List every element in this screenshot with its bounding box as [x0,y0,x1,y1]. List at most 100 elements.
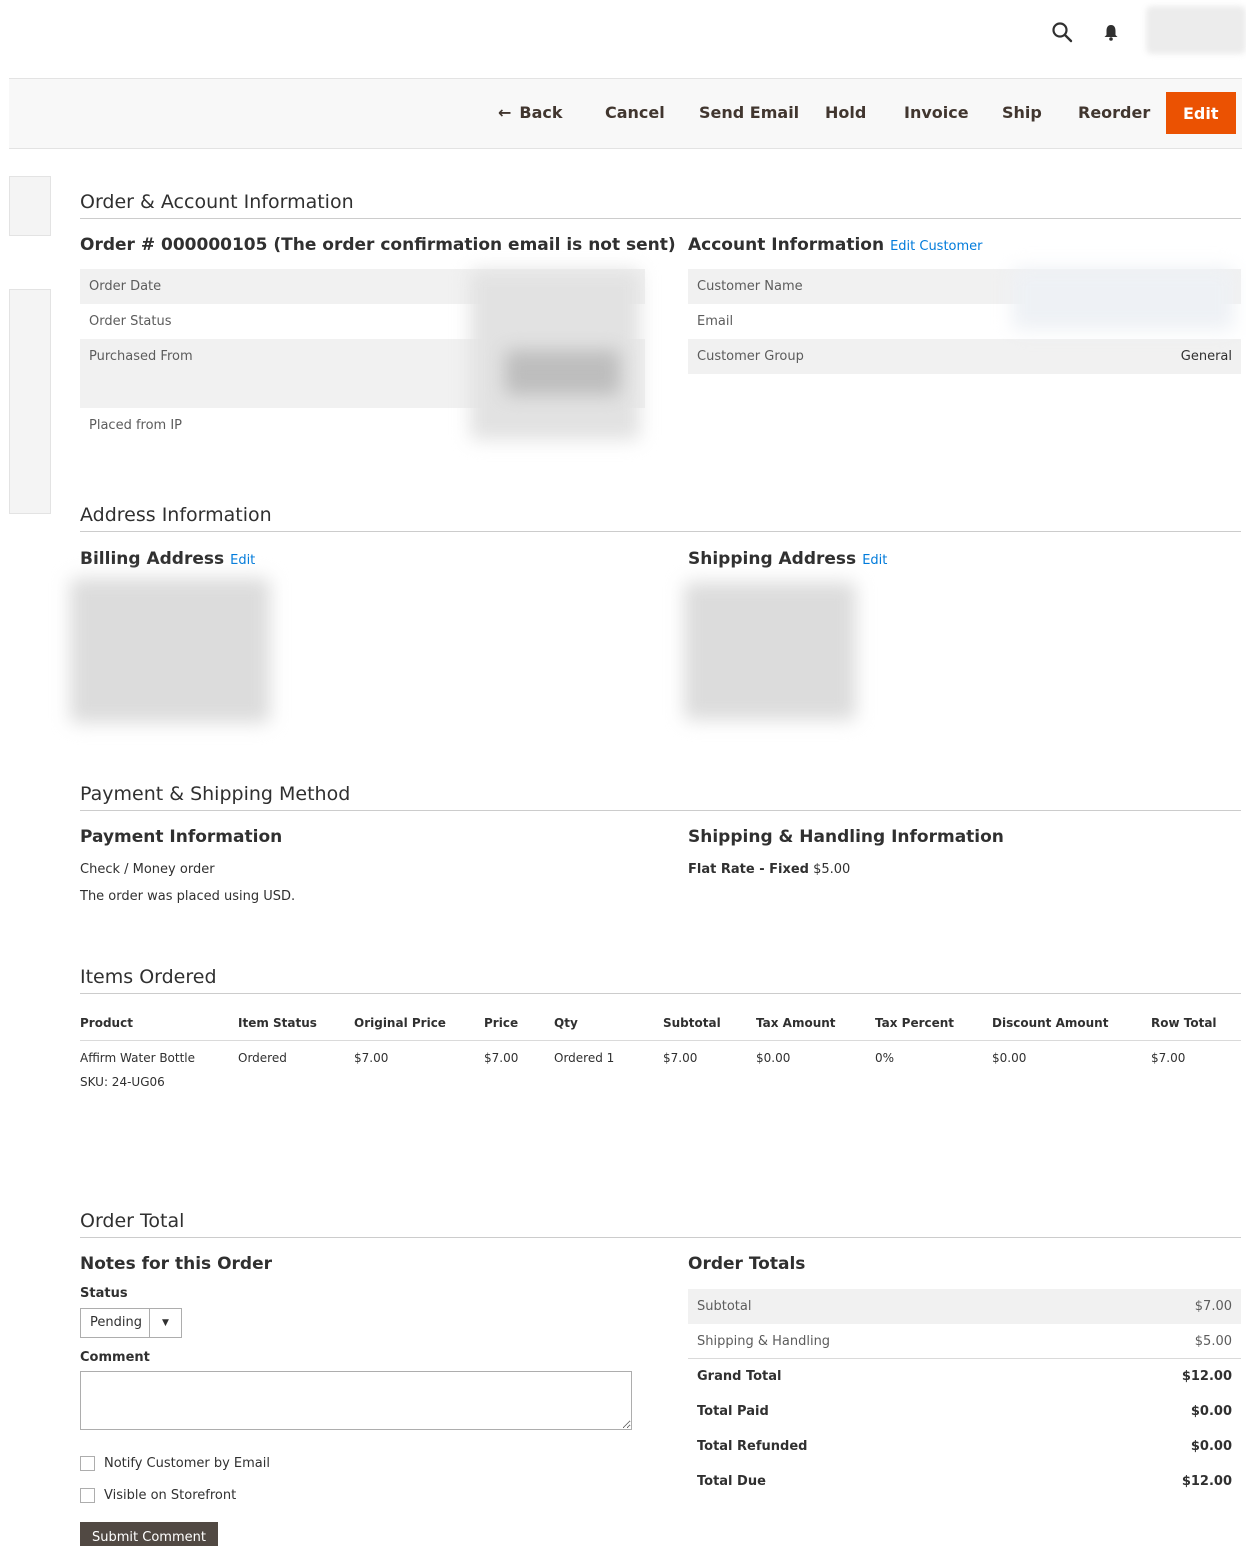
qty-cell: Ordered 1 [554,1051,615,1065]
ship-button[interactable]: Ship [992,92,1052,134]
edit-billing-address-link[interactable]: Edit [230,553,255,568]
edit-shipping-address-link[interactable]: Edit [862,553,887,568]
totals-value: $0.00 [1190,1439,1232,1454]
shipping-address-title-text: Shipping Address [688,549,857,569]
page-actions-toolbar: ← Back Cancel Send Email Hold Invoice Shi… [9,78,1242,149]
payment-info-title: Payment Information [80,827,283,847]
visible-storefront-checkbox[interactable] [80,1488,95,1503]
order-info-label: Order Date [89,279,162,294]
top-header [0,0,1246,78]
column-header: Tax Percent [875,1010,992,1041]
account-info-label: Customer Name [697,279,803,294]
invoice-button[interactable]: Invoice [894,92,979,134]
column-header: Discount Amount [992,1010,1151,1041]
notify-customer-checkbox[interactable] [80,1456,95,1471]
comment-label: Comment [80,1350,150,1365]
notes-title: Notes for this Order [80,1254,272,1274]
totals-value: $12.00 [1181,1369,1232,1384]
redacted-billing-address [70,578,270,723]
totals-label: Total Refunded [697,1439,808,1454]
account-info-row: Customer Group General [688,339,1241,374]
visible-storefront-label: Visible on Storefront [104,1488,237,1503]
reorder-button[interactable]: Reorder [1068,92,1160,134]
shipping-handling-title: Shipping & Handling Information [688,827,1004,847]
totals-row: Total Refunded $0.00 [688,1429,1241,1464]
section-title-order-total: Order Total [80,1210,1241,1238]
user-account-avatar[interactable] [1146,6,1246,54]
section-title-payment-shipping: Payment & Shipping Method [80,783,1241,811]
redacted-shipping-address [684,582,856,720]
column-header: Price [484,1010,554,1041]
column-header: Item Status [238,1010,354,1041]
hold-button[interactable]: Hold [815,92,876,134]
billing-address-title-text: Billing Address [80,549,225,569]
edit-customer-link[interactable]: Edit Customer [890,239,982,254]
totals-label: Total Due [697,1474,766,1489]
column-header: Subtotal [663,1010,756,1041]
items-ordered-table: Product Item Status Original Price Price… [80,1010,1241,1089]
row-total-cell: $7.00 [1151,1051,1186,1065]
search-icon[interactable] [1050,20,1074,44]
totals-row: Shipping & Handling $5.00 [688,1324,1241,1359]
table-header-row: Product Item Status Original Price Price… [80,1010,1241,1041]
sidebar-tab-stub[interactable] [9,289,51,514]
section-title-items-ordered: Items Ordered [80,966,1241,994]
triangle-down-icon: ▼ [149,1309,181,1337]
back-button[interactable]: ← Back [488,92,573,134]
notify-customer-checkbox-row[interactable]: Notify Customer by Email [80,1456,270,1471]
account-info-label: Email [697,314,734,329]
totals-row: Total Paid $0.00 [688,1394,1241,1429]
send-email-button[interactable]: Send Email [689,92,809,134]
totals-label: Subtotal [697,1299,752,1314]
tax-percent-cell: 0% [875,1051,895,1065]
totals-value: $7.00 [1194,1299,1232,1314]
status-select[interactable]: Pending ▼ [80,1308,182,1338]
subtotal-cell: $7.00 [663,1051,698,1065]
totals-value: $5.00 [1194,1334,1232,1349]
comment-textarea[interactable] [80,1371,632,1430]
arrow-left-icon: ← [498,103,512,122]
totals-row: Subtotal $7.00 [688,1289,1241,1324]
currency-note: The order was placed using USD. [80,889,296,904]
discount-amount-cell: $0.00 [992,1051,1027,1065]
totals-value: $0.00 [1190,1404,1232,1419]
totals-label: Total Paid [697,1404,769,1419]
totals-row: Grand Total $12.00 [688,1359,1241,1394]
billing-address-title: Billing Address Edit [80,549,255,569]
notify-customer-label: Notify Customer by Email [104,1456,270,1471]
payment-method: Check / Money order [80,862,215,877]
edit-order-button[interactable]: Edit [1166,92,1236,134]
order-info-label: Placed from IP [89,418,183,433]
cancel-button[interactable]: Cancel [595,92,675,134]
account-info-value: General [1180,349,1232,364]
totals-label: Shipping & Handling [697,1334,831,1349]
product-sku: SKU: 24-UG06 [80,1075,165,1089]
shipping-address-title: Shipping Address Edit [688,549,887,569]
order-info-label: Order Status [89,314,172,329]
back-button-label: Back [519,103,563,122]
shipping-method-price: $5.00 [813,862,851,877]
table-row: Affirm Water Bottle SKU: 24-UG06 Ordered … [80,1041,1241,1089]
account-info-title-text: Account Information [688,235,885,255]
submit-comment-button[interactable]: Submit Comment [80,1522,218,1546]
item-status-cell: Ordered [238,1051,287,1065]
sidebar-tab-stub[interactable] [9,176,51,236]
bell-icon[interactable] [1100,21,1122,43]
product-name: Affirm Water Bottle [80,1051,196,1065]
original-price-cell: $7.00 [354,1051,389,1065]
column-header: Product [80,1010,238,1041]
totals-row: Total Due $12.00 [688,1464,1241,1499]
totals-label: Grand Total [697,1369,782,1384]
tax-amount-cell: $0.00 [756,1051,791,1065]
product-cell: Affirm Water Bottle SKU: 24-UG06 [80,1041,238,1089]
account-info-title: Account Information Edit Customer [688,235,983,255]
column-header: Row Total [1151,1010,1241,1041]
column-header: Qty [554,1010,663,1041]
account-info-label: Customer Group [697,349,804,364]
order-totals-title: Order Totals [688,1254,806,1274]
redacted-account-values [1012,268,1234,330]
shipping-method-name: Flat Rate - Fixed [688,862,809,877]
visible-storefront-checkbox-row[interactable]: Visible on Storefront [80,1488,236,1503]
section-title-address: Address Information [80,504,1241,532]
order-info-label: Purchased From [89,349,193,364]
